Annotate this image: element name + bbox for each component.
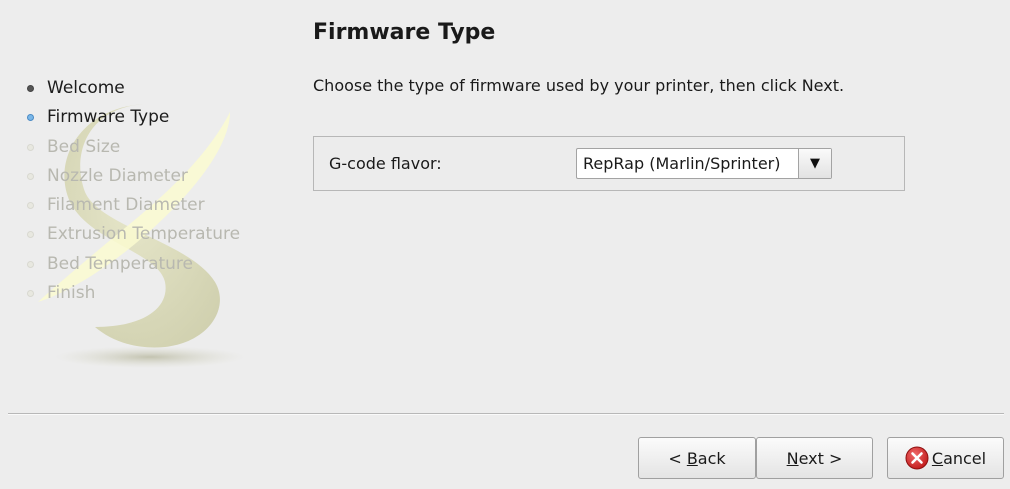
step-pending-bullet-icon <box>27 172 34 180</box>
wizard-steps: Welcome Firmware Type Bed Size Nozzle Di… <box>25 77 240 311</box>
step-bed-size: Bed Size <box>25 136 240 165</box>
step-welcome: Welcome <box>25 77 240 106</box>
step-done-bullet-icon <box>27 85 34 92</box>
step-extrusion-temperature: Extrusion Temperature <box>25 223 240 252</box>
step-pending-bullet-icon <box>27 143 34 151</box>
page-title: Firmware Type <box>313 20 496 45</box>
step-pending-bullet-icon <box>27 260 34 268</box>
step-bed-temperature: Bed Temperature <box>25 253 240 282</box>
step-pending-bullet-icon <box>27 290 34 298</box>
chevron-down-icon: ▼ <box>810 156 820 171</box>
cancel-button[interactable]: Cancel <box>887 437 1004 479</box>
gcode-flavor-value[interactable]: RepRap (Marlin/Sprinter) <box>577 149 799 178</box>
firmware-group-box: G-code flavor: RepRap (Marlin/Sprinter) … <box>313 136 905 191</box>
gcode-flavor-label: G-code flavor: <box>329 154 442 173</box>
step-current-bullet-icon <box>27 114 34 122</box>
combo-dropdown-button[interactable]: ▼ <box>799 149 831 178</box>
step-filament-diameter: Filament Diameter <box>25 194 240 223</box>
button-separator <box>8 413 1004 415</box>
step-firmware-type: Firmware Type <box>25 106 240 135</box>
step-pending-bullet-icon <box>27 231 34 239</box>
step-finish: Finish <box>25 282 240 311</box>
gcode-flavor-combobox[interactable]: RepRap (Marlin/Sprinter) ▼ <box>576 148 832 179</box>
step-pending-bullet-icon <box>27 202 34 210</box>
next-button[interactable]: Next > <box>756 437 873 479</box>
step-nozzle-diameter: Nozzle Diameter <box>25 165 240 194</box>
instructions-text: Choose the type of firmware used by your… <box>313 76 845 95</box>
back-button[interactable]: < Back <box>638 437 756 479</box>
cancel-icon <box>905 446 929 470</box>
